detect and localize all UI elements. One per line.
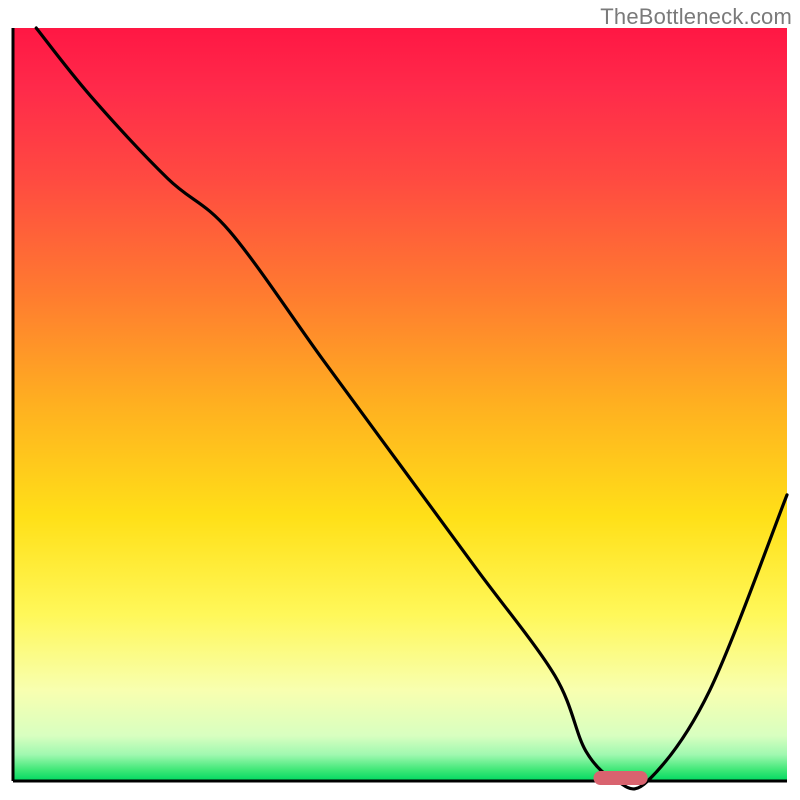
- optimal-range-marker: [594, 771, 648, 785]
- watermark-text: TheBottleneck.com: [600, 4, 792, 30]
- plot-area: [13, 28, 787, 789]
- bottleneck-chart: [0, 0, 800, 800]
- chart-container: TheBottleneck.com: [0, 0, 800, 800]
